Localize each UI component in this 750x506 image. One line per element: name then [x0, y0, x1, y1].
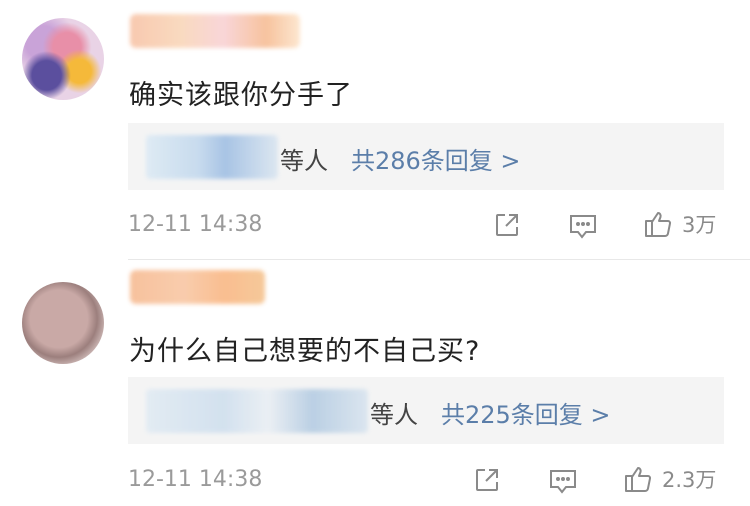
reply-count-link[interactable]: 共225条回复 > [441, 395, 611, 430]
comment-icon [570, 215, 596, 239]
avatar[interactable] [22, 18, 104, 100]
thumbs-up-icon [625, 467, 652, 493]
comment-button[interactable] [568, 212, 598, 240]
comment-item: 为什么自己想要的不自己买? 等人 共225条回复 > 12-11 14:38 2… [0, 260, 750, 506]
comment-text: 确实该跟你分手了 [129, 80, 353, 111]
timestamp: 12-11 14:38 [128, 467, 263, 492]
share-button[interactable] [473, 466, 501, 494]
comment-item: 确实该跟你分手了 等人 共286条回复 > 12-11 14:38 3万 [0, 0, 750, 259]
reply-preview[interactable]: 等人 共225条回复 > [128, 377, 724, 444]
username-redacted[interactable] [130, 270, 265, 304]
like-count: 2.3万 [662, 468, 717, 492]
username-redacted[interactable] [130, 14, 300, 48]
share-icon [476, 469, 498, 491]
comment-icon [550, 470, 576, 494]
reply-avatars-redacted [146, 389, 368, 433]
like-button[interactable]: 3万 [642, 208, 716, 240]
reply-who-label: 等人 [370, 401, 418, 429]
share-icon [496, 214, 518, 236]
thumbs-up-icon [645, 212, 672, 238]
share-button[interactable] [493, 211, 521, 239]
reply-who-label: 等人 [280, 147, 328, 175]
timestamp: 12-11 14:38 [128, 212, 263, 237]
avatar[interactable] [22, 282, 104, 364]
comment-button[interactable] [548, 467, 578, 495]
like-button[interactable]: 2.3万 [622, 463, 716, 495]
reply-count-link[interactable]: 共286条回复 > [351, 141, 521, 176]
reply-avatars-redacted [146, 135, 278, 179]
reply-preview[interactable]: 等人 共286条回复 > [128, 123, 724, 190]
like-count: 3万 [682, 213, 717, 237]
comment-text: 为什么自己想要的不自己买? [129, 336, 481, 367]
